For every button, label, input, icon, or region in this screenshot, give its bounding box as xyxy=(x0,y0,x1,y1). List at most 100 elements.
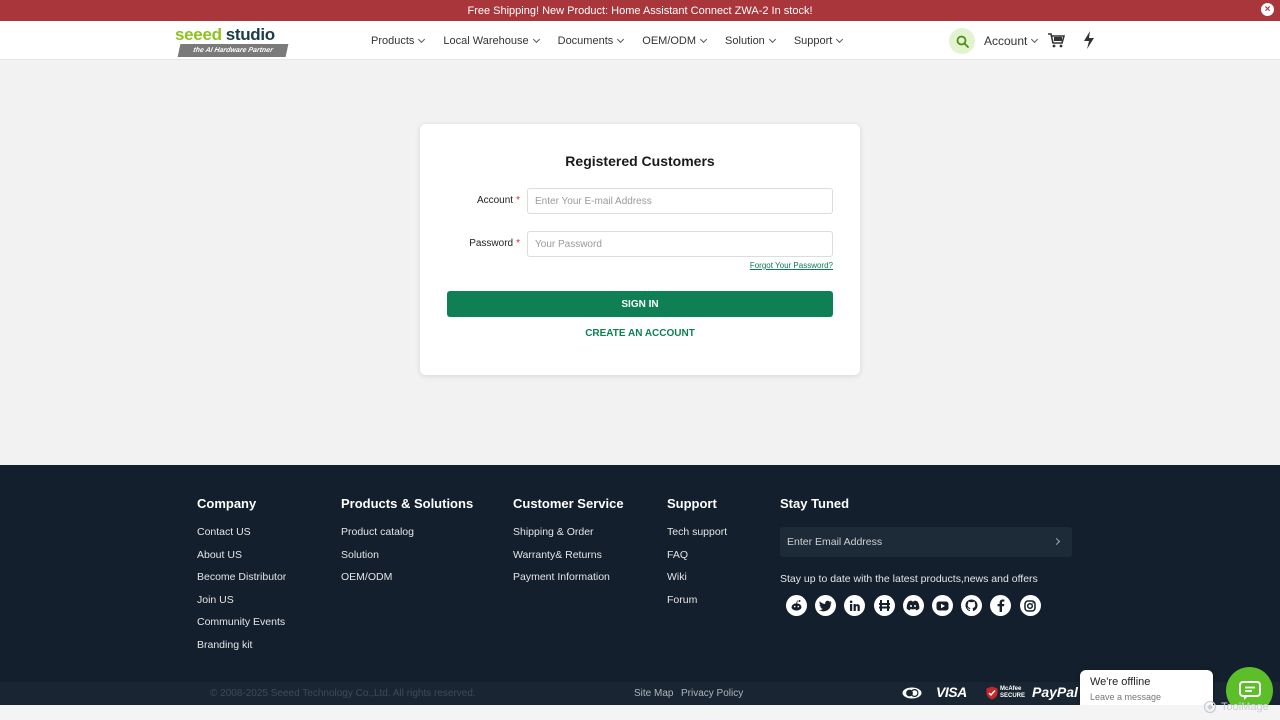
footer-link[interactable]: Forum xyxy=(667,594,727,606)
chevron-down-icon xyxy=(418,35,426,43)
reddit-icon[interactable] xyxy=(786,595,807,616)
twitter-icon[interactable] xyxy=(815,595,837,616)
logo-word-green: seeed xyxy=(175,25,222,44)
discord-icon[interactable] xyxy=(902,595,924,616)
logo-tagline: the AI Hardware Partner xyxy=(177,44,289,57)
shield-icon xyxy=(986,686,998,700)
main-nav: Products Local Warehouse Documents OEM/O… xyxy=(371,21,861,60)
footer-link[interactable]: Branding kit xyxy=(197,639,286,651)
quick-order-button[interactable] xyxy=(1083,31,1095,54)
sign-in-button[interactable]: SIGN IN xyxy=(447,291,833,317)
nav-local-warehouse[interactable]: Local Warehouse xyxy=(443,35,540,47)
close-icon[interactable]: × xyxy=(1261,3,1274,16)
required-mark: * xyxy=(516,238,520,249)
privacy-policy-link[interactable]: Privacy Policy xyxy=(681,688,743,699)
announcement-bar: Free Shipping! New Product: Home Assista… xyxy=(0,0,1280,21)
footer-col-company: Company Contact US About US Become Distr… xyxy=(197,496,286,661)
watermark-text: ToolMage xyxy=(1221,701,1269,713)
account-label: Account xyxy=(984,34,1028,48)
footer-col-products: Products & Solutions Product catalog Sol… xyxy=(341,496,473,594)
cart-button[interactable] xyxy=(1047,32,1066,53)
youtube-icon[interactable] xyxy=(931,595,953,616)
footer-link[interactable]: Become Distributor xyxy=(197,571,286,583)
nav-label: Products xyxy=(371,34,415,47)
create-account-link[interactable]: CREATE AN ACCOUNT xyxy=(420,328,860,339)
footer-link[interactable]: Join US xyxy=(197,594,286,606)
chat-subtext: Leave a message xyxy=(1090,692,1162,702)
chat-status: We're offline xyxy=(1090,676,1151,688)
footer-col-title: Customer Service xyxy=(513,496,624,511)
chevron-down-icon xyxy=(836,35,844,43)
footer-col-title: Support xyxy=(667,496,717,511)
account-label-text: Account xyxy=(476,195,514,206)
footer-link[interactable]: OEM/ODM xyxy=(341,571,473,583)
copyright-text: © 2008-2025 Seeed Technology Co.,Ltd. Al… xyxy=(210,688,476,699)
mcafee-text: McAfee SECURE xyxy=(1000,686,1026,699)
linkedin-icon[interactable] xyxy=(844,595,866,616)
footer-link[interactable]: Warranty& Returns xyxy=(513,549,624,561)
login-title: Registered Customers xyxy=(565,153,715,169)
github-icon[interactable] xyxy=(961,595,983,616)
chevron-right-icon[interactable] xyxy=(1052,537,1061,546)
footer-link[interactable]: Product catalog xyxy=(341,526,473,538)
footer-col-title: Company xyxy=(197,496,257,511)
footer-link[interactable]: Solution xyxy=(341,549,473,561)
login-card: Registered Customers Account* Password* … xyxy=(420,124,860,375)
chevron-down-icon xyxy=(617,35,625,43)
nav-label: OEM/ODM xyxy=(642,34,697,47)
email-field[interactable] xyxy=(527,188,833,214)
nav-label: Documents xyxy=(557,34,614,47)
chat-status-bubble[interactable]: We're offline Leave a message xyxy=(1080,670,1213,710)
search-button[interactable] xyxy=(949,28,975,54)
footer-col-title: Products & Solutions xyxy=(341,496,474,511)
footer-link[interactable]: Contact US xyxy=(197,526,286,538)
footer-link[interactable]: Wiki xyxy=(667,571,727,583)
newsletter-text: Stay up to date with the latest products… xyxy=(780,573,1038,585)
chevron-down-icon xyxy=(700,35,708,43)
password-field[interactable] xyxy=(527,231,833,257)
chevron-down-icon xyxy=(768,35,776,43)
nav-products[interactable]: Products xyxy=(371,34,426,47)
required-mark: * xyxy=(516,195,520,206)
visa-logo: VISA xyxy=(936,684,967,700)
account-menu[interactable]: Account xyxy=(984,34,1039,48)
account-field-label: Account * xyxy=(430,195,520,206)
mcafee-secure-badge: McAfee SECURE xyxy=(986,686,1026,700)
paypal-logo: PayPal xyxy=(1032,684,1078,700)
nav-label: Support xyxy=(793,34,833,47)
footer-col-title: Stay Tuned xyxy=(780,496,850,511)
footer-link[interactable]: FAQ xyxy=(667,549,727,561)
nav-oem-odm[interactable]: OEM/ODM xyxy=(642,34,708,47)
site-map-link[interactable]: Site Map xyxy=(634,688,673,699)
seeed-studio-logo[interactable]: seeed studio the AI Hardware Partner xyxy=(175,25,290,57)
nav-solution[interactable]: Solution xyxy=(725,35,776,47)
password-field-label: Password * xyxy=(430,238,520,249)
footer-link[interactable]: Payment Information xyxy=(513,571,624,583)
footer-col-customer-service: Customer Service Shipping & Order Warran… xyxy=(513,496,624,594)
announcement-text[interactable]: Free Shipping! New Product: Home Assista… xyxy=(467,5,812,17)
footer-link[interactable]: About US xyxy=(197,549,286,561)
facebook-icon[interactable] xyxy=(990,595,1012,616)
cart-icon xyxy=(1048,33,1066,48)
watermark: ToolMage xyxy=(1203,700,1269,714)
footer-link[interactable]: Shipping & Order xyxy=(513,526,624,538)
instagram-icon[interactable] xyxy=(1019,595,1041,616)
lightning-icon xyxy=(1084,31,1094,49)
footer-col-stay-tuned: Stay Tuned xyxy=(780,496,849,526)
search-icon xyxy=(956,35,969,48)
footer-link[interactable]: Community Events xyxy=(197,616,286,628)
newsletter-form xyxy=(780,527,1072,557)
site-header: seeed studio the AI Hardware Partner Prod… xyxy=(0,21,1280,60)
nav-documents[interactable]: Documents xyxy=(557,34,625,47)
footer-link[interactable]: Tech support xyxy=(667,526,727,538)
footer-col-support: Support Tech support FAQ Wiki Forum xyxy=(667,496,727,616)
forgot-password-link[interactable]: Forgot Your Password? xyxy=(750,261,833,270)
password-label-text: Password xyxy=(469,238,514,249)
watermark-logo-icon xyxy=(1203,700,1217,714)
chevron-down-icon xyxy=(532,35,540,43)
newsletter-email-input[interactable] xyxy=(780,527,1040,557)
nav-support[interactable]: Support xyxy=(793,34,844,47)
bottom-strip xyxy=(0,705,1280,720)
chat-icon xyxy=(1238,680,1261,700)
hackster-icon[interactable] xyxy=(873,595,895,616)
